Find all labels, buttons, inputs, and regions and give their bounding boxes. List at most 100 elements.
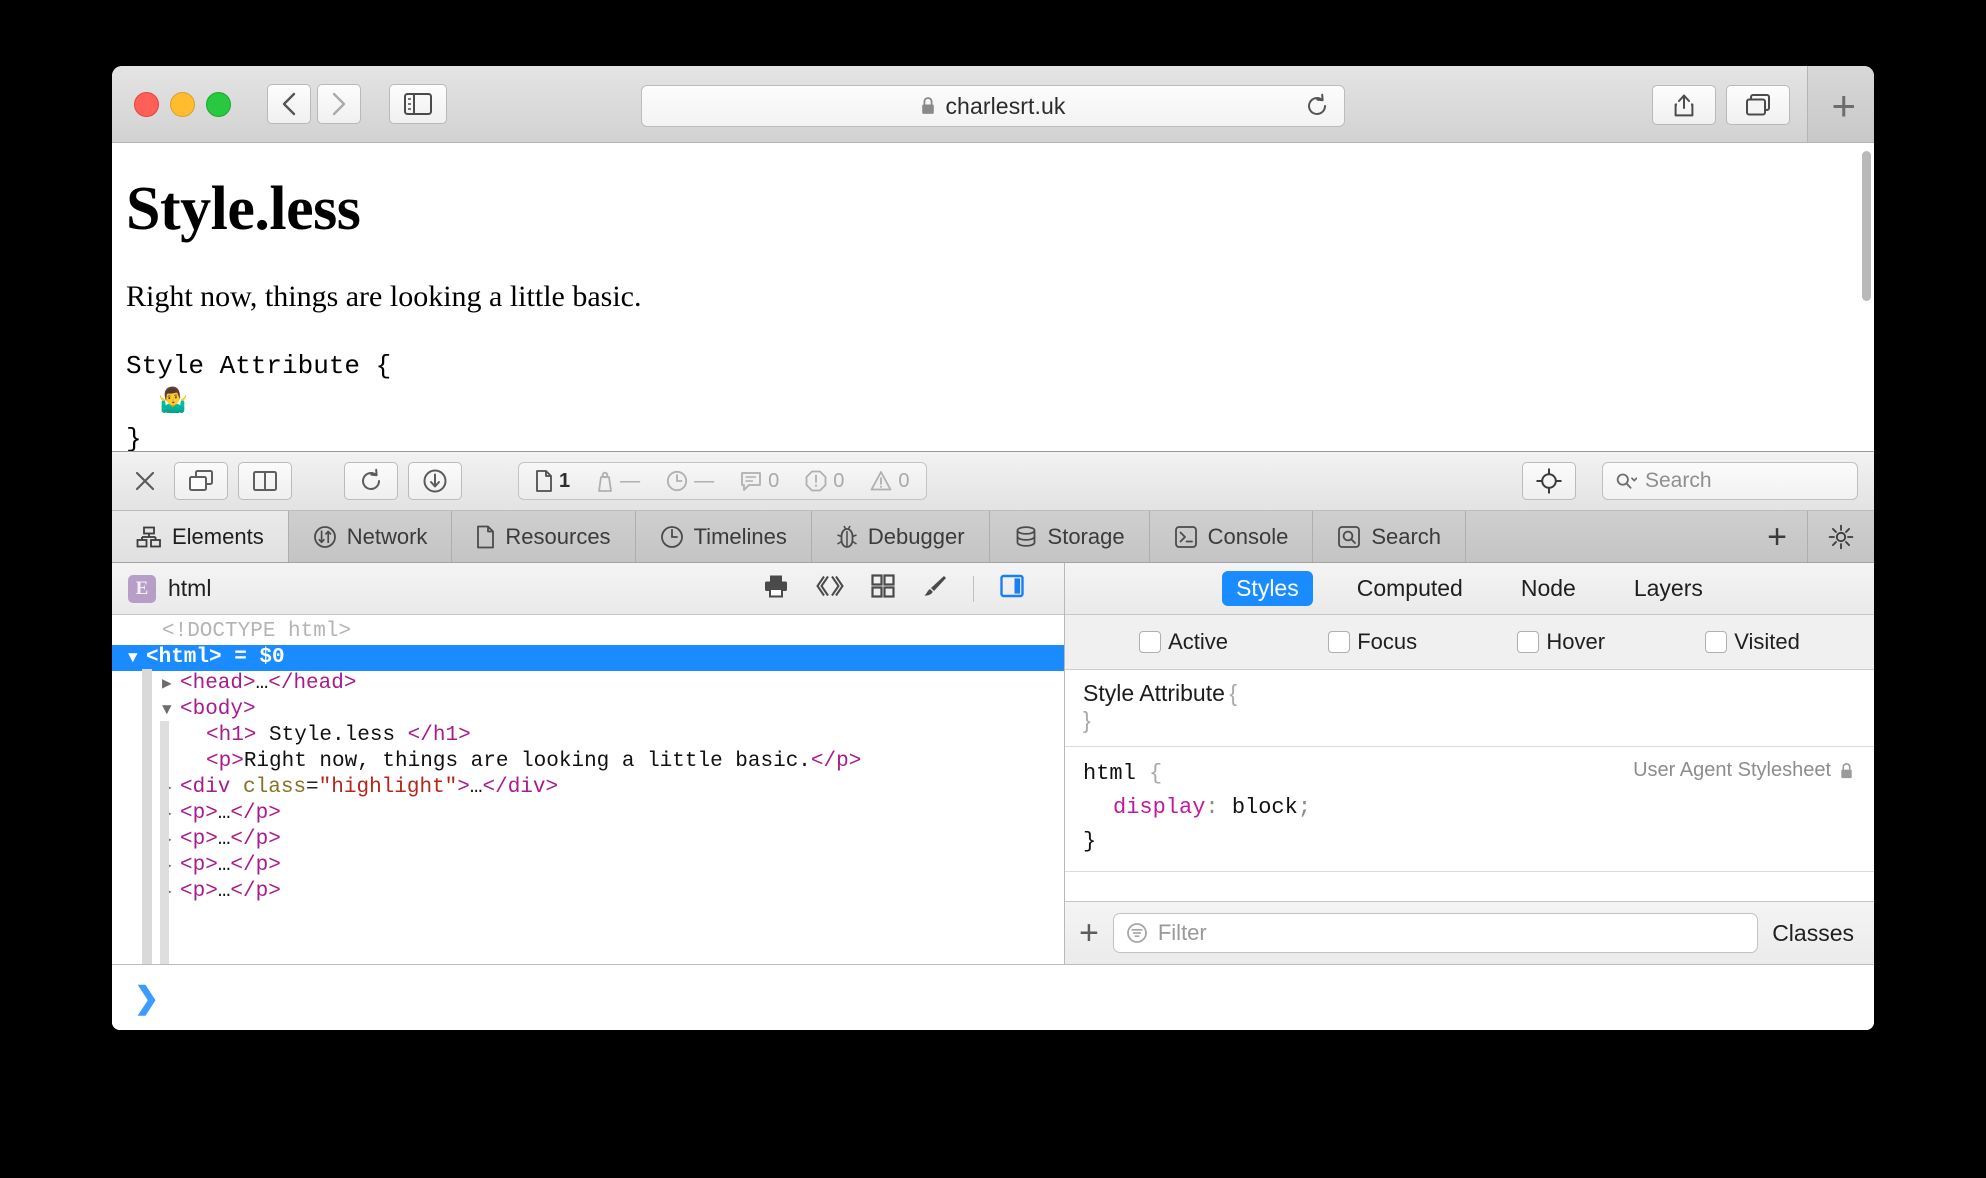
disclosure-triangle-down-icon[interactable]: ▼	[128, 645, 146, 671]
resources-icon	[477, 525, 495, 548]
reload-button[interactable]	[1304, 93, 1330, 119]
dom-row-body[interactable]: ▼ <body>	[112, 697, 1064, 723]
styles-tab-computed[interactable]: Computed	[1343, 571, 1477, 606]
dock-side-button[interactable]	[238, 462, 292, 500]
code-brackets-icon[interactable]	[815, 574, 845, 603]
pseudo-hover[interactable]: Hover	[1517, 629, 1605, 655]
devtools-close-button[interactable]	[128, 464, 162, 498]
stat-resources[interactable]: 1	[535, 470, 570, 493]
pseudo-active[interactable]: Active	[1139, 629, 1228, 655]
dom-tag-h1: <h1>	[206, 724, 257, 747]
share-button[interactable]	[1652, 85, 1716, 125]
stat-logs[interactable]: 0	[740, 470, 779, 493]
dom-row-p-1[interactable]: ▶<p>…</p>	[112, 801, 1064, 827]
dom-row-p-intro[interactable]: ▶<p>Right now, things are looking a litt…	[112, 749, 1064, 775]
checkbox-hover[interactable]	[1517, 631, 1540, 653]
breadcrumb-item-html[interactable]: html	[168, 575, 211, 602]
disclosure-triangle-down-icon[interactable]: ▼	[162, 697, 180, 723]
dom-row-doctype[interactable]: <!DOCTYPE html>	[112, 619, 1064, 645]
pseudo-visited[interactable]: Visited	[1705, 629, 1800, 655]
pseudo-focus[interactable]: Focus	[1328, 629, 1417, 655]
grid-layout-icon[interactable]	[871, 574, 895, 603]
checkbox-active[interactable]	[1139, 631, 1162, 653]
address-bar[interactable]: charlesrt.uk	[641, 85, 1345, 127]
classes-button[interactable]: Classes	[1772, 920, 1860, 947]
stat-size[interactable]: —	[596, 470, 640, 493]
dom-row-head[interactable]: ▶ <head>…</head>	[112, 671, 1064, 697]
dom-ellipsis-p2: …	[217, 828, 231, 851]
add-rule-button[interactable]: +	[1079, 916, 1099, 950]
download-button[interactable]	[408, 462, 462, 500]
devtools-reload-button[interactable]	[344, 462, 398, 500]
add-tab-button[interactable]: +	[1747, 511, 1808, 562]
console-prompt-bar[interactable]: ❯	[112, 964, 1874, 1030]
declaration-property[interactable]: display	[1113, 795, 1205, 820]
stat-errors[interactable]: 0	[805, 470, 844, 493]
print-icon[interactable]	[763, 574, 789, 603]
dom-row-h1[interactable]: ▶<h1> Style.less </h1>	[112, 723, 1064, 749]
dom-row-div-highlight[interactable]: ▶<div class="highlight">…</div>	[112, 775, 1064, 801]
tab-storage[interactable]: Storage	[990, 511, 1150, 562]
stat-warnings[interactable]: 0	[870, 469, 910, 493]
devtools-settings-button[interactable]	[1808, 511, 1874, 562]
tab-overview-button[interactable]	[1726, 85, 1790, 125]
toggle-panel-icon[interactable]	[1000, 574, 1024, 603]
tab-search[interactable]: Search	[1313, 511, 1467, 562]
tab-console[interactable]: Console	[1150, 511, 1314, 562]
declaration-display[interactable]: display: block;	[1083, 791, 1854, 825]
browser-titlebar: charlesrt.uk +	[112, 66, 1874, 143]
styles-tab-layers[interactable]: Layers	[1620, 571, 1717, 606]
tab-debugger-label: Debugger	[867, 523, 965, 549]
minimize-window-button[interactable]	[170, 91, 195, 117]
download-icon	[423, 469, 447, 493]
style-rules-list[interactable]: Style Attribute { } User Agent Styleshee…	[1065, 670, 1874, 901]
rule-open-brace: {	[1229, 680, 1238, 706]
forward-button[interactable]	[317, 84, 361, 124]
pseudo-focus-label: Focus	[1357, 629, 1418, 654]
inspect-element-button[interactable]	[1522, 462, 1576, 500]
dom-row-p-2[interactable]: ▶<p>…</p>	[112, 827, 1064, 853]
back-button[interactable]	[267, 84, 311, 124]
page-scrollbar[interactable]	[1862, 151, 1871, 301]
stat-logs-value: 0	[768, 469, 780, 492]
styles-tab-node[interactable]: Node	[1507, 571, 1590, 606]
style-rule-html[interactable]: User Agent Stylesheet html {display: bl…	[1065, 747, 1874, 873]
stat-errors-value: 0	[833, 469, 845, 492]
declaration-value[interactable]: block	[1232, 795, 1298, 820]
styles-tab-styles[interactable]: Styles	[1222, 571, 1313, 606]
close-window-button[interactable]	[134, 91, 159, 117]
dom-row-p-3[interactable]: ▶<p>…</p>	[112, 853, 1064, 879]
tab-resources[interactable]: Resources	[452, 511, 636, 562]
dom-row-p-4[interactable]: ▶<p>…</p>	[112, 879, 1064, 905]
devtools-search-field[interactable]: Search	[1602, 462, 1858, 500]
close-icon	[135, 471, 155, 491]
styles-filter-input[interactable]: Filter	[1112, 913, 1759, 953]
code-emoji: 🤷‍♂️	[158, 388, 188, 416]
chevron-left-icon	[282, 92, 296, 116]
stat-warnings-value: 0	[898, 469, 910, 492]
disclosure-triangle-right-icon[interactable]: ▶	[162, 671, 180, 697]
new-tab-button[interactable]: +	[1831, 85, 1856, 127]
checkbox-focus[interactable]	[1328, 631, 1351, 653]
url-text: charlesrt.uk	[945, 92, 1066, 119]
dom-tree[interactable]: <!DOCTYPE html> ▼ <html> = $0 ▶ <head>…</h…	[112, 615, 1064, 964]
rule-selector-html[interactable]: html	[1083, 761, 1136, 786]
style-rule-style-attribute[interactable]: Style Attribute { }	[1065, 670, 1874, 747]
tab-debugger[interactable]: Debugger	[812, 511, 990, 562]
tab-network[interactable]: Network	[289, 511, 453, 562]
stat-time[interactable]: —	[666, 470, 714, 493]
tab-elements[interactable]: Elements	[112, 511, 289, 562]
dom-indent-guide	[142, 669, 152, 964]
tab-timelines[interactable]: Timelines	[636, 511, 812, 562]
rule-open-brace: {	[1149, 761, 1163, 786]
show-sidebar-button[interactable]	[389, 84, 447, 124]
zoom-window-button[interactable]	[206, 91, 231, 117]
tab-network-label: Network	[346, 523, 428, 549]
paintbrush-icon[interactable]	[921, 574, 947, 603]
dom-row-html[interactable]: ▼ <html> = $0	[112, 645, 1064, 671]
tab-console-label: Console	[1207, 523, 1289, 549]
devtools: 1 — — 0 0 0 Search Elements Network Reso…	[112, 451, 1874, 1030]
rule-selector-style-attribute[interactable]: Style Attribute	[1083, 680, 1225, 706]
checkbox-visited[interactable]	[1705, 631, 1728, 653]
undock-button[interactable]	[174, 462, 228, 500]
